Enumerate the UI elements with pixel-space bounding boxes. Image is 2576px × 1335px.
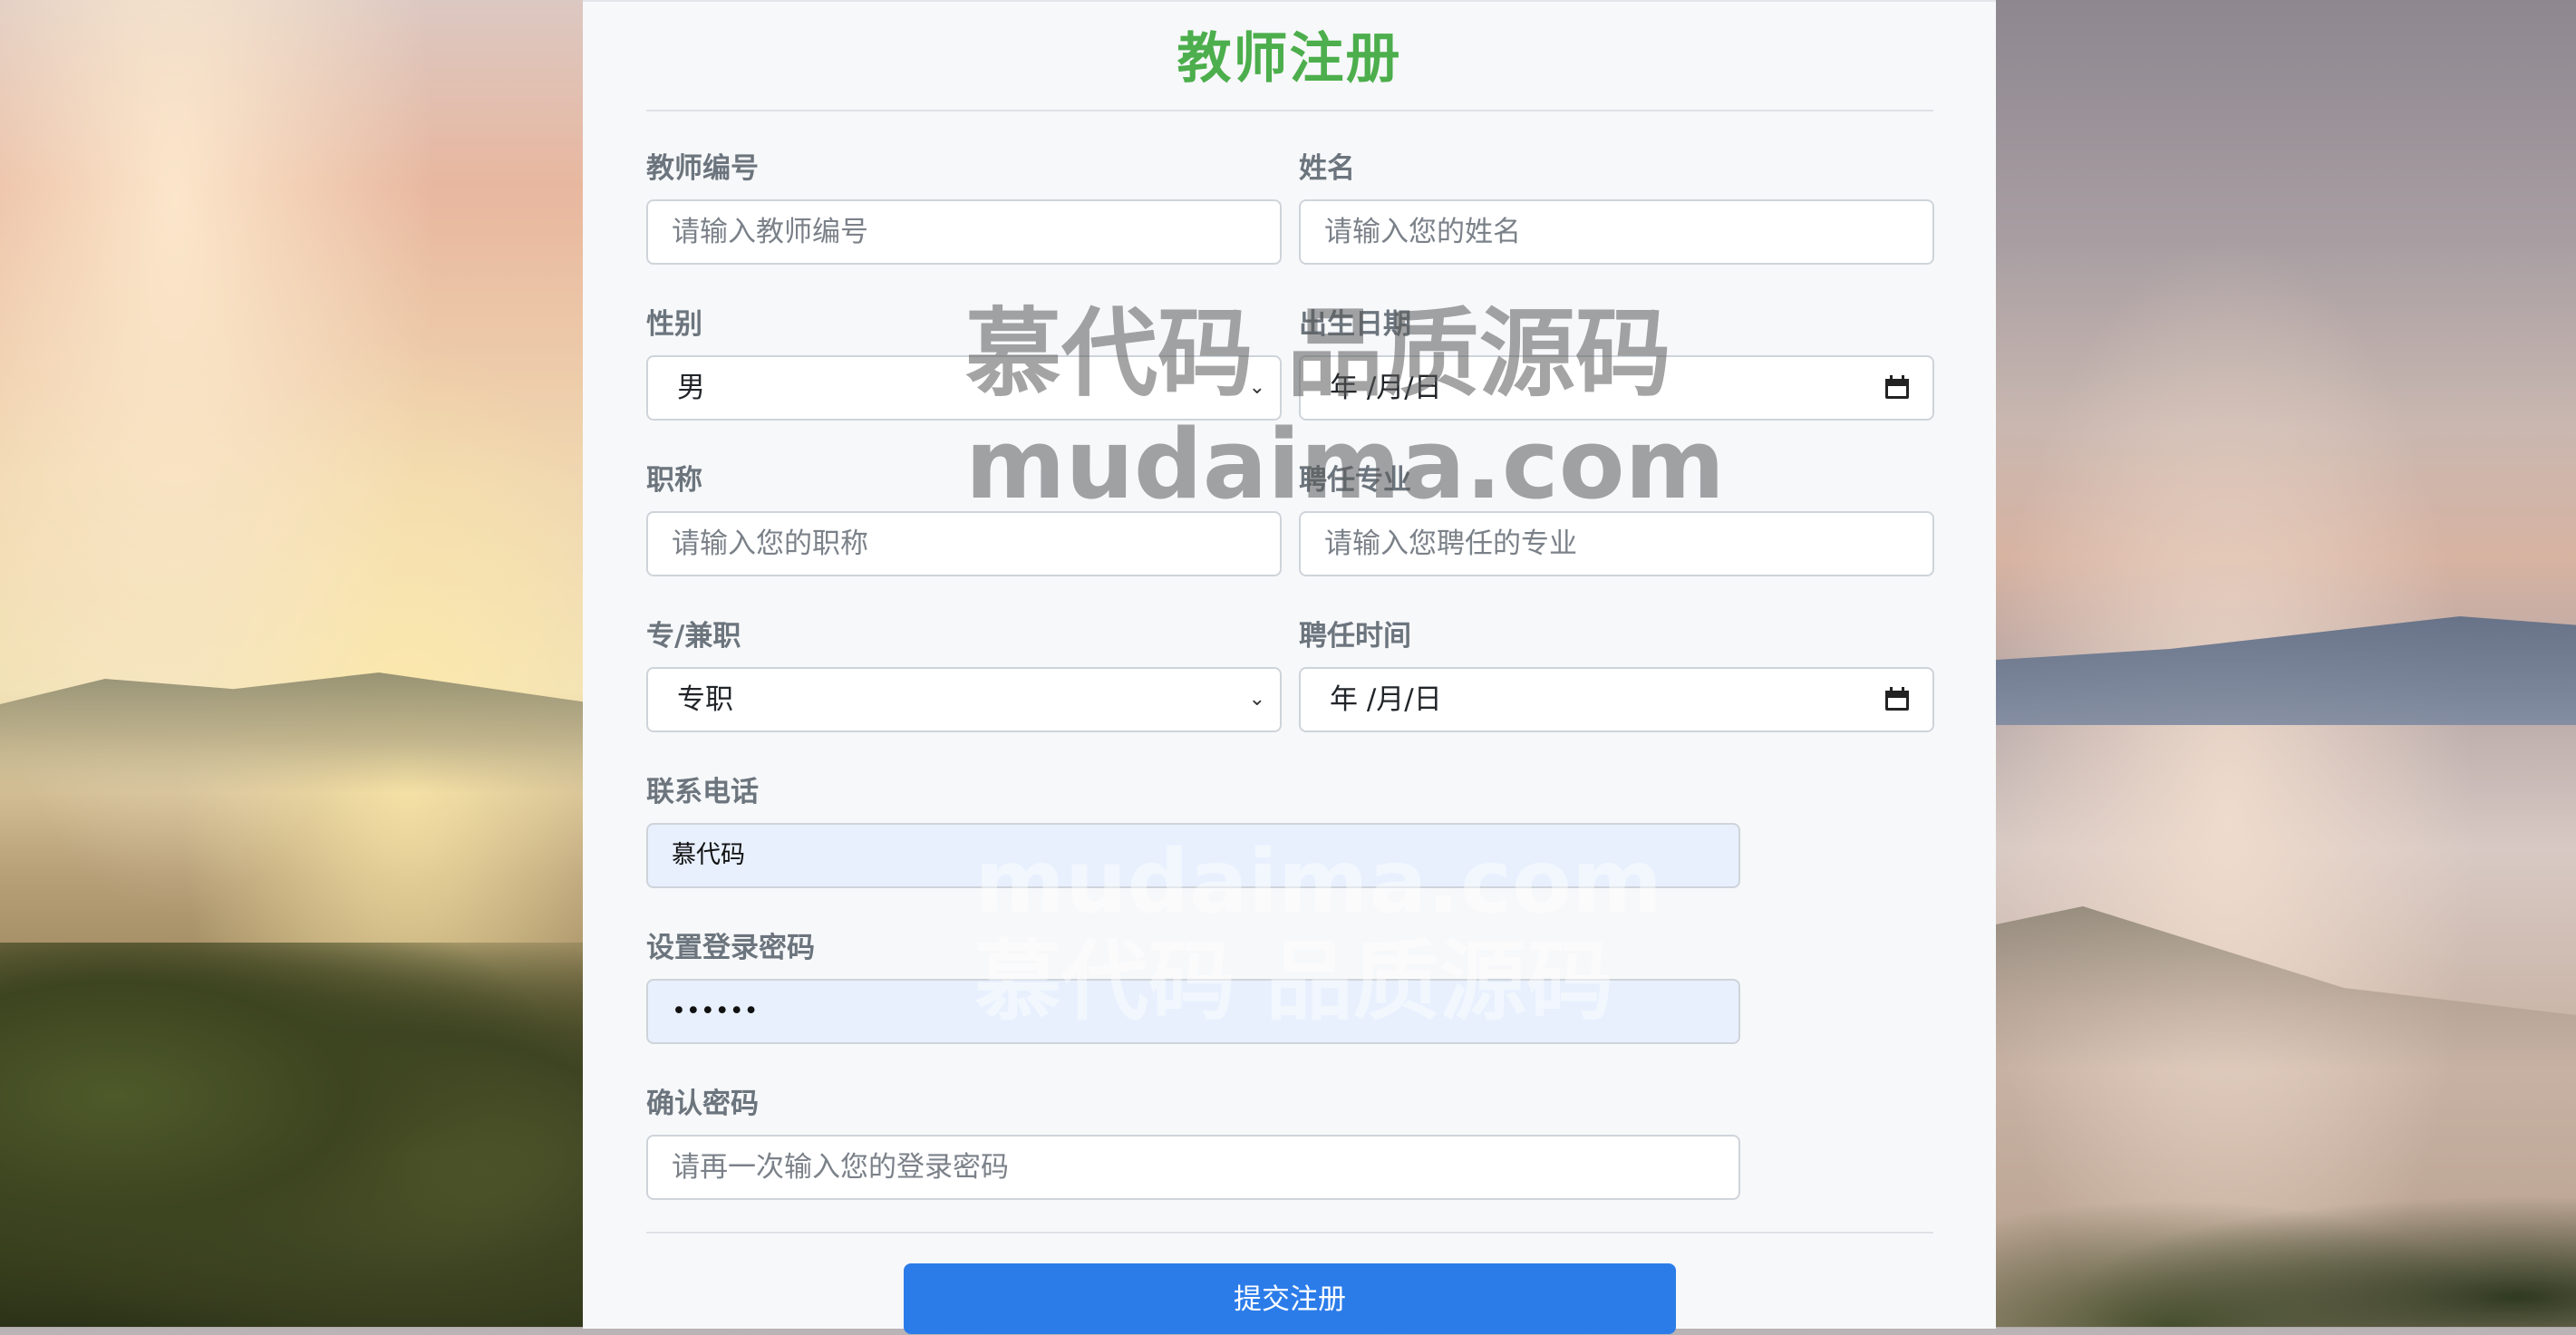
watermark-primary: 慕代码 品质源码 mudaima.com [965,299,1725,520]
name-label: 姓名 [1299,152,1355,185]
background-foliage [1996,1178,2576,1327]
confirm-password-label: 确认密码 [646,1088,759,1120]
confirm-password-placeholder: 请再一次输入您的登录密码 [672,1151,1009,1184]
password-value: •••••• [672,997,759,1025]
background-hills [0,672,583,793]
submit-button[interactable]: 提交注册 [904,1263,1676,1334]
teacher-id-label: 教师编号 [646,152,759,185]
teacher-id-input[interactable]: 请输入教师编号 [646,199,1282,265]
divider-bottom [646,1232,1933,1233]
registration-panel: 教师注册 教师编号 请输入教师编号 姓名 请输入您的姓名 性别 男 ⌄ 出生日期… [583,0,1996,1334]
background-left [0,0,583,1327]
hire-date-input[interactable]: 年 /月/日 [1299,667,1934,732]
background-trees [0,943,583,1327]
employment-type-selected-value: 专职 [677,683,733,716]
job-title-input[interactable]: 请输入您的职称 [646,511,1282,576]
name-placeholder: 请输入您的姓名 [1324,216,1521,248]
divider-top [646,110,1933,111]
watermark-primary-line1: 慕代码 品质源码 [965,298,1671,410]
calendar-icon[interactable] [1885,375,1909,399]
chevron-down-icon: ⌄ [1248,688,1265,711]
job-title-placeholder: 请输入您的职称 [672,527,868,560]
background-right [1996,0,2576,1327]
phone-value: 慕代码 [672,841,745,869]
watermark-secondary-line2: 慕代码 品质源码 [974,931,1614,1033]
watermark-primary-line2: mudaima.com [965,408,1726,520]
gender-selected-value: 男 [677,372,705,404]
watermark-secondary: mudaima.com 慕代码 品质源码 [974,832,1662,1032]
confirm-password-input[interactable]: 请再一次输入您的登录密码 [646,1135,1740,1200]
employment-type-label: 专/兼职 [646,620,741,653]
job-title-label: 职称 [646,464,702,497]
watermark-secondary-line1: mudaima.com [974,831,1662,933]
teacher-id-placeholder: 请输入教师编号 [672,216,868,248]
password-label: 设置登录密码 [646,932,815,964]
name-input[interactable]: 请输入您的姓名 [1299,199,1934,265]
hire-date-value: 年 /月/日 [1330,683,1442,716]
calendar-icon[interactable] [1885,687,1909,711]
background-mountain [1996,616,2576,725]
major-input[interactable]: 请输入您聘任的专业 [1299,511,1934,576]
hire-date-label: 聘任时间 [1299,620,1411,653]
gender-label: 性别 [646,308,702,341]
major-placeholder: 请输入您聘任的专业 [1324,527,1577,560]
background-hill [1996,906,2576,1069]
employment-type-select[interactable]: 专职 ⌄ [646,667,1282,732]
phone-label: 联系电话 [646,776,759,808]
page-title: 教师注册 [1177,27,1402,91]
